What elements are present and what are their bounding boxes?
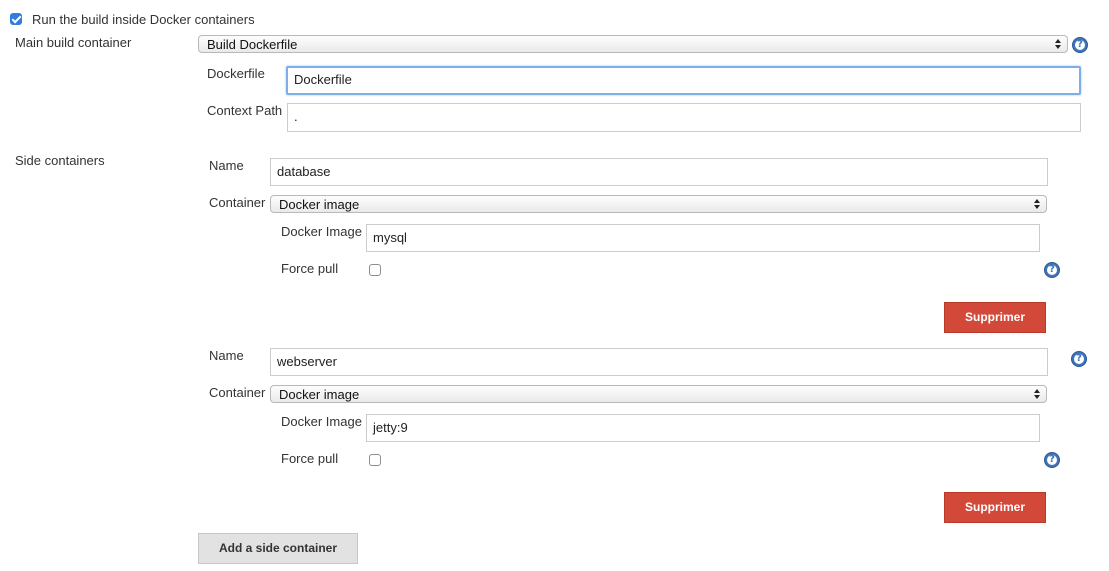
force-pull-checkbox[interactable]: [369, 454, 381, 466]
main-build-container-label: Main build container: [15, 35, 132, 50]
delete-side-container-button[interactable]: Supprimer: [944, 302, 1046, 333]
dockerfile-input[interactable]: Dockerfile: [286, 66, 1081, 95]
container-type-select[interactable]: Docker image: [270, 195, 1047, 213]
context-path-label: Context Path: [207, 103, 283, 118]
force-pull-checkbox[interactable]: [369, 264, 381, 276]
container-type-value: Docker image: [279, 387, 360, 402]
container-type-value: Docker image: [279, 197, 360, 212]
select-arrows-icon: [1033, 386, 1041, 402]
force-pull-label: Force pull: [281, 451, 339, 466]
side-containers-label: Side containers: [15, 153, 105, 168]
dockerfile-label: Dockerfile: [207, 66, 265, 81]
docker-image-input[interactable]: jetty:9: [366, 414, 1040, 442]
main-build-container-select[interactable]: Build Dockerfile: [198, 35, 1068, 53]
docker-image-label: Docker Image: [281, 414, 362, 429]
run-in-docker-checkbox[interactable]: [10, 13, 22, 25]
name-input[interactable]: database: [270, 158, 1048, 186]
help-icon[interactable]: [1044, 452, 1060, 468]
delete-side-container-button[interactable]: Supprimer: [944, 492, 1046, 523]
container-label: Container: [209, 195, 266, 210]
select-arrows-icon: [1054, 36, 1062, 52]
name-label: Name: [209, 348, 244, 363]
select-arrows-icon: [1033, 196, 1041, 212]
help-icon[interactable]: [1044, 262, 1060, 278]
docker-image-input[interactable]: mysql: [366, 224, 1040, 252]
run-in-docker-label: Run the build inside Docker containers: [32, 12, 255, 27]
add-side-container-button[interactable]: Add a side container: [198, 533, 358, 564]
help-icon[interactable]: [1072, 37, 1088, 53]
main-build-container-value: Build Dockerfile: [207, 37, 298, 52]
help-icon[interactable]: [1071, 351, 1087, 367]
name-label: Name: [209, 158, 244, 173]
context-path-input[interactable]: .: [287, 103, 1081, 132]
name-input[interactable]: webserver: [270, 348, 1048, 376]
container-label: Container: [209, 385, 266, 400]
docker-image-label: Docker Image: [281, 224, 362, 239]
container-type-select[interactable]: Docker image: [270, 385, 1047, 403]
force-pull-label: Force pull: [281, 261, 339, 276]
